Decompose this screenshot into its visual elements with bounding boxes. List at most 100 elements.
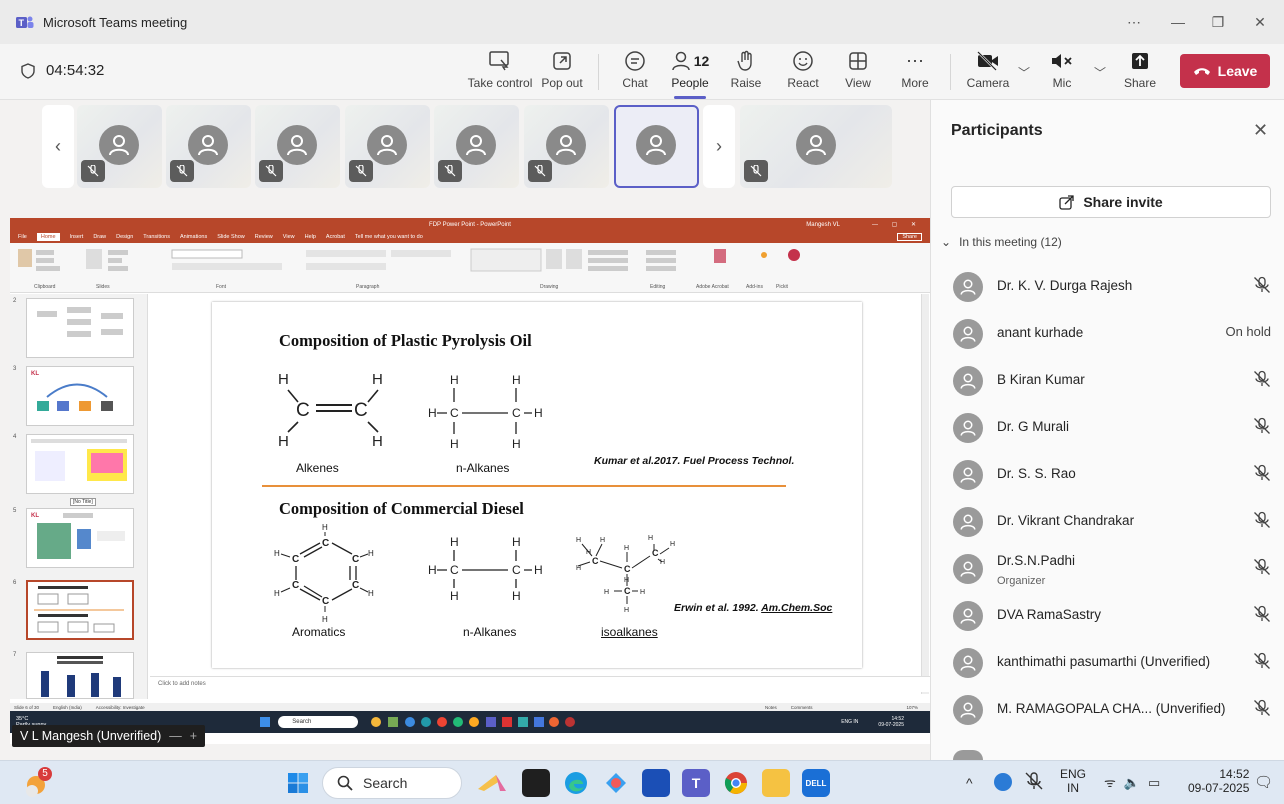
take-control-icon: [489, 51, 509, 71]
shared-screen[interactable]: FDP Power Point - PowerPoint Mangesh VL …: [10, 218, 930, 744]
mic-button[interactable]: Mic: [1034, 48, 1090, 96]
slide-thumbnail[interactable]: [26, 652, 134, 699]
photos-app-icon[interactable]: [602, 769, 630, 797]
status-comments-button[interactable]: Comments: [791, 705, 813, 710]
video-tile[interactable]: [740, 105, 892, 188]
shared-clock: 14:52 09-07-2025: [878, 716, 904, 728]
terminal-app-icon[interactable]: [522, 769, 550, 797]
pp-group-label: Font: [216, 284, 227, 290]
pp-tell-me[interactable]: Tell me what you want to do: [355, 234, 423, 240]
person-icon: [198, 135, 218, 156]
status-accessibility[interactable]: Accessibility: Investigate: [96, 705, 145, 710]
share-button[interactable]: Share: [1112, 48, 1168, 96]
minimize-presenter-icon[interactable]: —: [169, 729, 182, 743]
tray-app-icon[interactable]: [994, 773, 1012, 791]
camera-options-chevron-icon[interactable]: ﹀: [1018, 64, 1030, 81]
participant-row[interactable]: Dr. S. S. Rao: [931, 451, 1284, 498]
pp-tab-home[interactable]: Home: [36, 233, 60, 241]
current-slide[interactable]: Composition of Plastic Pyrolysis Oil HHH…: [212, 302, 862, 668]
participant-row[interactable]: Dr. Vikrant Chandrakar: [931, 498, 1284, 545]
view-label: View: [845, 76, 871, 90]
people-button[interactable]: 12 People: [662, 48, 718, 99]
mic-options-chevron-icon[interactable]: ﹀: [1094, 64, 1106, 81]
avatar: [99, 125, 139, 165]
teams-app-icon[interactable]: T: [682, 769, 710, 797]
participant-row[interactable]: anant kurhade On hold: [931, 310, 1284, 357]
view-button[interactable]: View: [830, 48, 886, 96]
pp-tab[interactable]: Draw: [93, 234, 106, 240]
slide-thumbnail[interactable]: [26, 434, 134, 494]
participant-row[interactable]: kanthimathi pasumarthi (Unverified): [931, 639, 1284, 686]
slide-heading-2: Composition of Commercial Diesel: [279, 499, 524, 518]
start-button[interactable]: [284, 769, 312, 797]
tray-mic-muted-icon[interactable]: [1024, 771, 1044, 791]
participant-row[interactable]: Dr.S.N.Padhi Organizer: [931, 545, 1284, 592]
take-control-label: Take control: [467, 76, 533, 90]
take-control-button[interactable]: Take control: [467, 48, 533, 96]
participant-row[interactable]: B Kiran Kumar: [931, 357, 1284, 404]
pp-tab[interactable]: File: [18, 234, 27, 240]
react-button[interactable]: React: [775, 48, 831, 96]
pp-notes-pane[interactable]: Click to add notes: [150, 676, 930, 692]
taskbar-search[interactable]: Search: [322, 767, 462, 799]
pp-tab[interactable]: Slide Show: [217, 234, 245, 240]
pop-out-button[interactable]: Pop out: [534, 48, 590, 96]
video-tile[interactable]: [255, 105, 340, 188]
add-presenter-icon[interactable]: +: [190, 729, 197, 743]
share-invite-button[interactable]: Share invite: [951, 186, 1271, 218]
notification-center-icon[interactable]: 🗨: [1254, 773, 1273, 791]
pp-tab[interactable]: Transitions: [143, 234, 170, 240]
close-window-button[interactable]: ✕: [1238, 0, 1282, 44]
language-indicator[interactable]: ENG IN: [1060, 767, 1086, 795]
raise-hand-button[interactable]: Raise: [718, 48, 774, 96]
video-tile-speaking[interactable]: [614, 105, 699, 188]
pp-tab[interactable]: View: [283, 234, 295, 240]
taskbar-clock[interactable]: 14:52 09-07-2025: [1188, 767, 1249, 795]
slide-thumbnail[interactable]: KL: [26, 508, 134, 568]
participant-row[interactable]: Dr. G Murali: [931, 404, 1284, 451]
pp-tab[interactable]: Review: [255, 234, 273, 240]
more-options-icon[interactable]: ⋯: [1112, 0, 1156, 44]
slide-thumbnail[interactable]: KL: [26, 366, 134, 426]
video-tile[interactable]: [166, 105, 251, 188]
dell-app-icon[interactable]: DELL: [802, 769, 830, 797]
svg-text:H: H: [604, 589, 609, 596]
participant-row[interactable]: DVA RamaSastry: [931, 592, 1284, 639]
pp-tab[interactable]: Design: [116, 234, 133, 240]
store-app-icon[interactable]: [642, 769, 670, 797]
video-tile[interactable]: [345, 105, 430, 188]
thumb-number: 7: [13, 652, 17, 658]
file-explorer-icon[interactable]: [762, 769, 790, 797]
weather-widget[interactable]: 5: [22, 767, 52, 799]
participant-row[interactable]: Dr. K. V. Durga Rajesh: [931, 263, 1284, 310]
video-tile[interactable]: [77, 105, 162, 188]
chrome-browser-icon[interactable]: [722, 769, 750, 797]
pp-share-button[interactable]: Share: [897, 233, 922, 241]
slide-thumbnail[interactable]: [26, 298, 134, 358]
copilot-app-icon[interactable]: [474, 769, 514, 797]
slide-thumbnail-selected[interactable]: [26, 580, 134, 640]
more-button[interactable]: ⋯ More: [887, 48, 943, 96]
prev-tiles-button[interactable]: ‹: [42, 105, 74, 188]
video-tile[interactable]: [434, 105, 519, 188]
minimize-button[interactable]: —: [1156, 0, 1200, 44]
leave-button[interactable]: Leave: [1180, 54, 1270, 88]
in-meeting-section-toggle[interactable]: ⌄ In this meeting (12): [941, 235, 1062, 249]
show-hidden-icons[interactable]: ^: [966, 775, 973, 791]
chat-button[interactable]: Chat: [607, 48, 663, 96]
status-notes-button[interactable]: Notes: [765, 705, 777, 710]
restore-button[interactable]: ❐: [1196, 0, 1240, 44]
pp-slide-scrollbar[interactable]: [921, 294, 929, 694]
close-panel-icon[interactable]: ✕: [1253, 120, 1268, 141]
next-tiles-button[interactable]: ›: [703, 105, 735, 188]
video-tile[interactable]: [524, 105, 609, 188]
pp-tab[interactable]: Insert: [70, 234, 84, 240]
participant-row[interactable]: M. RAMAGOPALA CHA... (Unverified): [931, 686, 1284, 733]
pp-tab[interactable]: Acrobat: [326, 234, 345, 240]
pp-tab[interactable]: Animations: [180, 234, 207, 240]
camera-button[interactable]: Camera: [960, 48, 1016, 96]
edge-browser-icon[interactable]: [562, 769, 590, 797]
status-zoom[interactable]: 107%: [906, 705, 918, 710]
pp-tab[interactable]: Help: [305, 234, 316, 240]
wifi-volume-battery-icons[interactable]: ᯤ🔈▭: [1104, 773, 1168, 791]
